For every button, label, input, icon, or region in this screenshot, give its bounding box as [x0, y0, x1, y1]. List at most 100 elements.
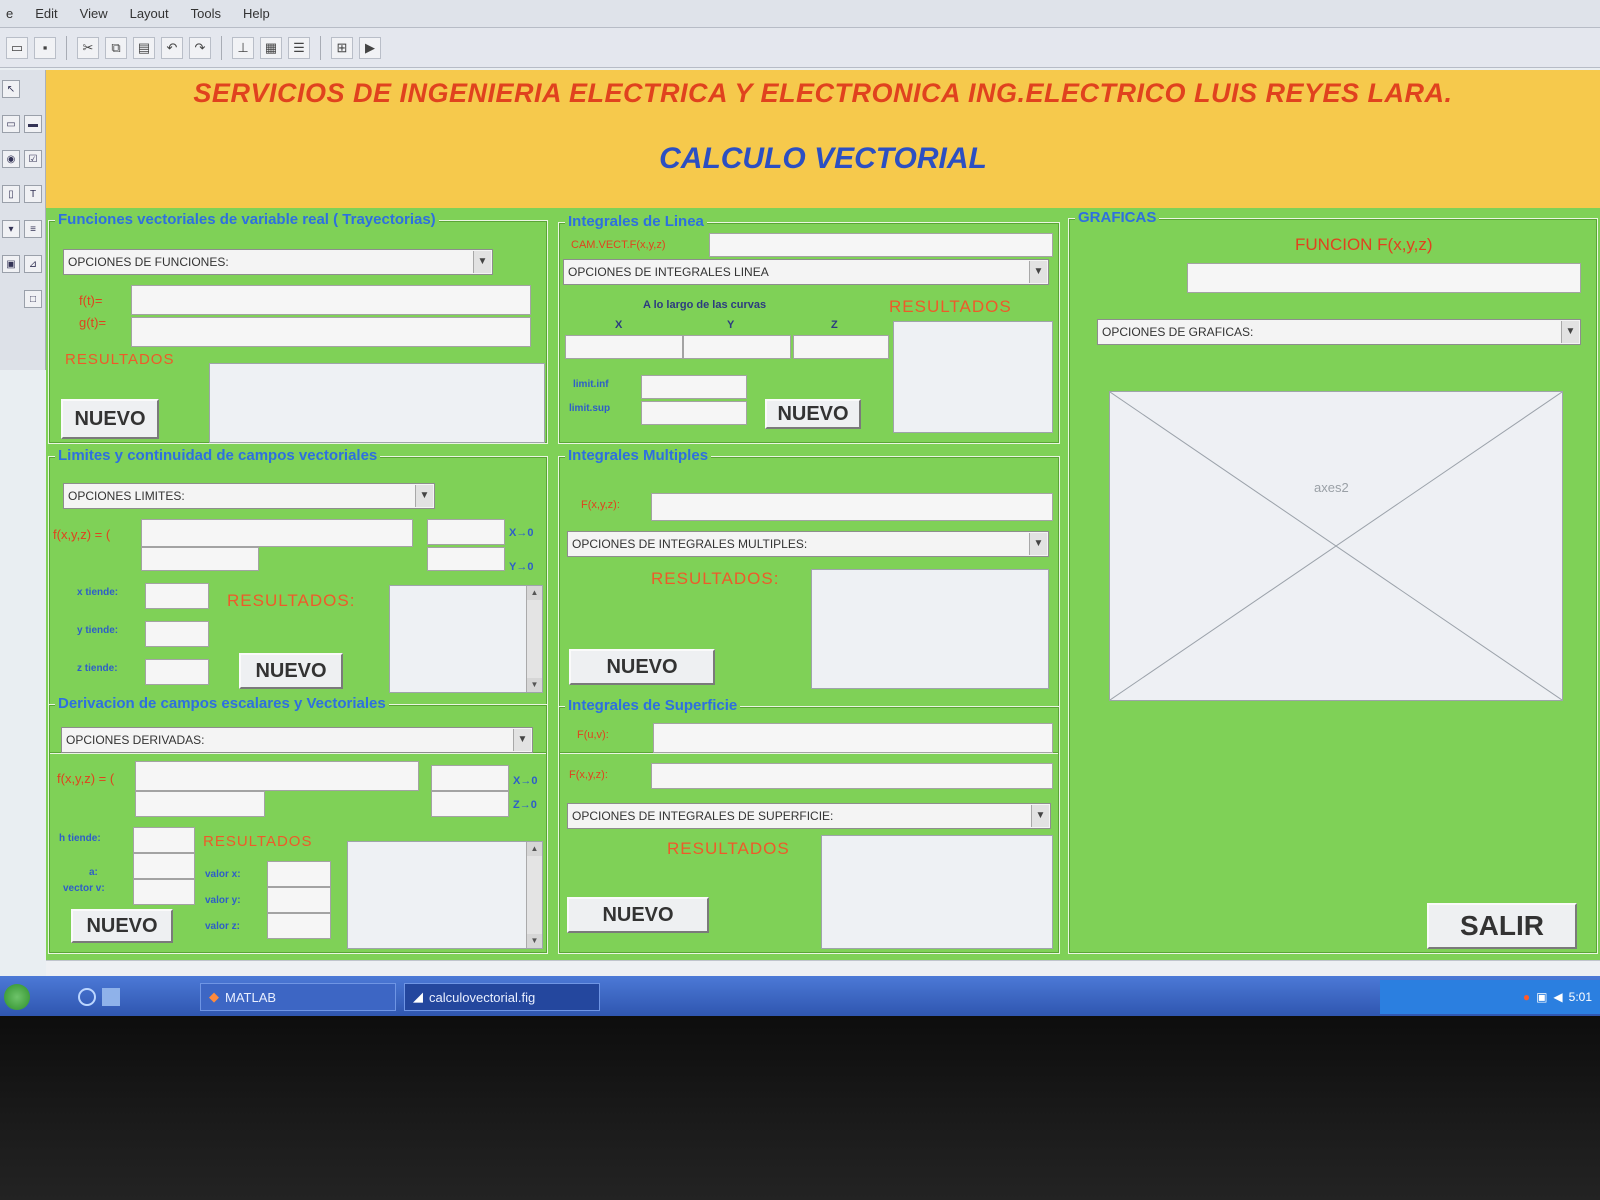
results-label: RESULTADOS [889, 297, 1012, 316]
network-icon[interactable]: ▣ [1536, 990, 1547, 1004]
scroll-down-icon[interactable]: ▼ [527, 678, 542, 692]
nuevo-button[interactable]: NUEVO [239, 653, 343, 689]
cut-icon[interactable]: ✂ [77, 36, 99, 59]
x-tiende-input[interactable] [145, 583, 209, 609]
valor-y-input[interactable] [267, 887, 331, 913]
ft-input[interactable] [131, 285, 531, 315]
valor-x-input[interactable] [267, 861, 331, 887]
graficas-dropdown[interactable]: OPCIONES DE GRAFICAS: ▼ [1097, 319, 1581, 345]
taskbar-item-fig[interactable]: ◢ calculovectorial.fig [404, 983, 600, 1011]
limites-dropdown[interactable]: OPCIONES LIMITES: ▼ [63, 483, 435, 509]
fxyz-input[interactable] [651, 763, 1053, 789]
nuevo-button[interactable]: NUEVO [569, 649, 715, 685]
lim-sup-input[interactable] [641, 401, 747, 425]
checkbox-tool-icon[interactable]: ☑ [24, 150, 42, 168]
copy-icon[interactable]: ⧉ [105, 36, 127, 59]
limit-input-1[interactable] [427, 519, 505, 545]
menu-tools[interactable]: Tools [191, 6, 221, 21]
scroll-up-icon[interactable]: ▲ [527, 842, 542, 856]
results-label: RESULTADOS [667, 839, 790, 858]
desktop-icon[interactable] [102, 988, 120, 1006]
paste-icon[interactable]: ▤ [133, 36, 155, 59]
integrales-multiples-dropdown[interactable]: OPCIONES DE INTEGRALES MULTIPLES: ▼ [567, 531, 1049, 557]
integrales-superficie-dropdown[interactable]: OPCIONES DE INTEGRALES DE SUPERFICIE: ▼ [567, 803, 1051, 829]
nuevo-button[interactable]: NUEVO [61, 399, 159, 439]
align-icon[interactable]: ⊥ [232, 36, 254, 59]
system-tray: ● ▣ ◀ 5:01 [1380, 980, 1600, 1014]
scrollbar[interactable]: ▲ ▼ [526, 842, 542, 948]
nuevo-button[interactable]: NUEVO [567, 897, 709, 933]
menu-edit[interactable]: Edit [35, 6, 57, 21]
select-tool-icon[interactable]: ↖ [2, 80, 20, 98]
derivadas-dropdown[interactable]: OPCIONES DERIVADAS: ▼ [61, 727, 533, 753]
menu-help[interactable]: Help [243, 6, 270, 21]
results-label: RESULTADOS [65, 351, 175, 368]
limit-input-2[interactable] [427, 547, 505, 571]
menu-file[interactable]: e [6, 6, 13, 21]
panel-tool-icon[interactable]: □ [24, 290, 42, 308]
curva-y-input[interactable] [683, 335, 791, 359]
salir-button[interactable]: SALIR [1427, 903, 1577, 949]
curves-label: A lo largo de las curvas [643, 299, 767, 311]
h-tiende-input[interactable] [133, 827, 195, 853]
curva-x-input[interactable] [565, 335, 683, 359]
push-button-tool-icon[interactable]: ▭ [2, 115, 20, 133]
nuevo-button[interactable]: NUEVO [765, 399, 861, 429]
lim-inf-input[interactable] [641, 375, 747, 399]
listbox-tool-icon[interactable]: ≡ [24, 220, 42, 238]
toggle-tool-icon[interactable]: ▣ [2, 255, 20, 273]
axes-label: axes2 [1314, 480, 1349, 495]
axes-placeholder: axes2 [1109, 391, 1563, 701]
static-text-tool-icon[interactable]: T [24, 185, 42, 203]
function-label: f(x,y,z) = ( [53, 527, 111, 542]
save-icon[interactable]: ▪ [34, 36, 56, 59]
open-icon[interactable]: ▭ [6, 36, 28, 59]
fxyz-input[interactable] [651, 493, 1053, 521]
panel-title: Integrales Multiples [565, 447, 712, 464]
scroll-up-icon[interactable]: ▲ [527, 586, 542, 600]
radio-tool-icon[interactable]: ◉ [2, 150, 20, 168]
menu-layout[interactable]: Layout [130, 6, 169, 21]
curva-z-input[interactable] [793, 335, 889, 359]
edit-text-tool-icon[interactable]: ▯ [2, 185, 20, 203]
campo-vectorial-input[interactable] [709, 233, 1053, 257]
vector-input[interactable] [133, 879, 195, 905]
integrales-linea-dropdown[interactable]: OPCIONES DE INTEGRALES LINEA ▼ [563, 259, 1049, 285]
nuevo-button[interactable]: NUEVO [71, 909, 173, 943]
scroll-down-icon[interactable]: ▼ [527, 934, 542, 948]
a-input[interactable] [133, 853, 195, 879]
panel-integrales-linea: Integrales de Linea CAM.VECT.F(x,y,z) OP… [558, 213, 1060, 444]
panel-title: Derivacion de campos escalares y Vectori… [55, 695, 389, 712]
funciones-dropdown[interactable]: OPCIONES DE FUNCIONES: ▼ [63, 249, 493, 275]
z-tiende-input[interactable] [145, 659, 209, 685]
function-input-2[interactable] [141, 547, 259, 571]
deriv-input-1[interactable] [431, 765, 509, 791]
fuv-input[interactable] [653, 723, 1053, 753]
graph-function-input[interactable] [1187, 263, 1581, 293]
browser-icon[interactable] [78, 988, 96, 1006]
redo-icon[interactable]: ↷ [189, 36, 211, 59]
start-icon[interactable] [4, 984, 30, 1010]
panel-title: GRAFICAS [1075, 209, 1160, 226]
alert-icon[interactable]: ● [1523, 990, 1530, 1004]
run-icon[interactable]: ▶ [359, 36, 381, 59]
undo-icon[interactable]: ↶ [161, 36, 183, 59]
editor-icon[interactable]: ▦ [260, 36, 282, 59]
function-input[interactable] [141, 519, 413, 547]
slider-tool-icon[interactable]: ▬ [24, 115, 42, 133]
popup-tool-icon[interactable]: ▾ [2, 220, 20, 238]
function-input[interactable] [135, 761, 419, 791]
y-tiende-input[interactable] [145, 621, 209, 647]
property-icon[interactable]: ☰ [288, 36, 310, 59]
browser-icon[interactable]: ⊞ [331, 36, 353, 59]
function-input-2[interactable] [135, 791, 265, 817]
gt-input[interactable] [131, 317, 531, 347]
deriv-input-2[interactable] [431, 791, 509, 817]
axes-tool-icon[interactable]: ⊿ [24, 255, 42, 273]
taskbar-item-matlab[interactable]: ◆ MATLAB [200, 983, 396, 1011]
menu-view[interactable]: View [80, 6, 108, 21]
scrollbar[interactable]: ▲ ▼ [526, 586, 542, 692]
valor-z-input[interactable] [267, 913, 331, 939]
volume-icon[interactable]: ◀ [1553, 990, 1562, 1004]
panel-title: Integrales de Superficie [565, 697, 741, 714]
